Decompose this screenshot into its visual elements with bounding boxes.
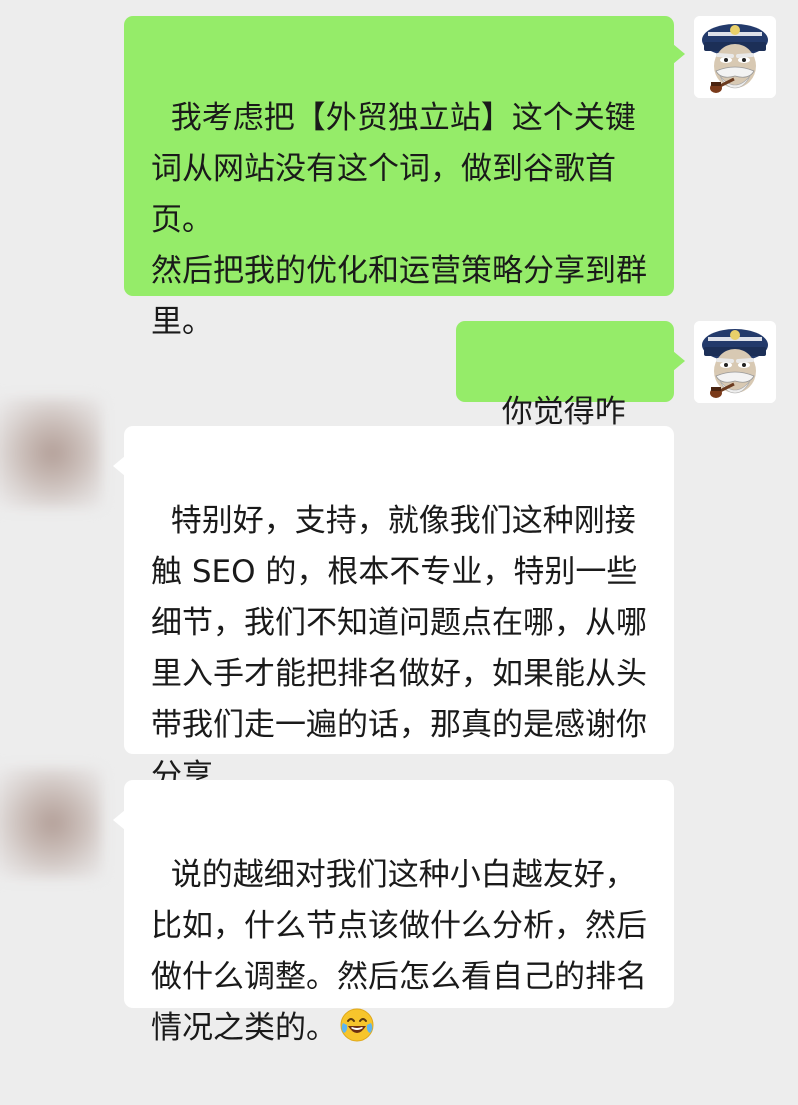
message-bubble-3[interactable]: 特别好，支持，就像我们这种刚接触 SEO 的，根本不专业，特别一些细节，我们不知… — [113, 426, 674, 794]
my-avatar-2[interactable] — [694, 321, 776, 403]
laughing-tears-emoji-icon — [339, 1007, 375, 1043]
message-bubble-1[interactable]: 我考虑把【外贸独立站】这个关键词从网站没有这个词，做到谷歌首页。 然后把我的优化… — [124, 16, 685, 340]
message-text-1: 我考虑把【外贸独立站】这个关键词从网站没有这个词，做到谷歌首页。 然后把我的优化… — [151, 100, 647, 340]
my-avatar-1[interactable] — [694, 16, 776, 98]
message-text-3: 特别好，支持，就像我们这种刚接触 SEO 的，根本不专业，特别一些细节，我们不知… — [151, 503, 647, 794]
bubble-tail — [673, 44, 685, 64]
captain-avatar-icon — [694, 16, 776, 98]
bubble-tail — [113, 456, 125, 476]
captain-avatar-icon — [694, 321, 776, 403]
bubble-tail — [113, 810, 125, 830]
message-text-4: 说的越细对我们这种小白越友好，比如，什么节点该做什么分析，然后做什么调整。然后怎… — [151, 857, 647, 1046]
contact-avatar-2[interactable] — [0, 768, 102, 878]
message-bubble-2[interactable]: 你觉得咋样 — [456, 321, 685, 481]
contact-avatar-1[interactable] — [0, 398, 102, 508]
bubble-tail — [673, 351, 685, 371]
message-bubble-4[interactable]: 说的越细对我们这种小白越友好，比如，什么节点该做什么分析，然后做什么调整。然后怎… — [113, 780, 674, 1046]
